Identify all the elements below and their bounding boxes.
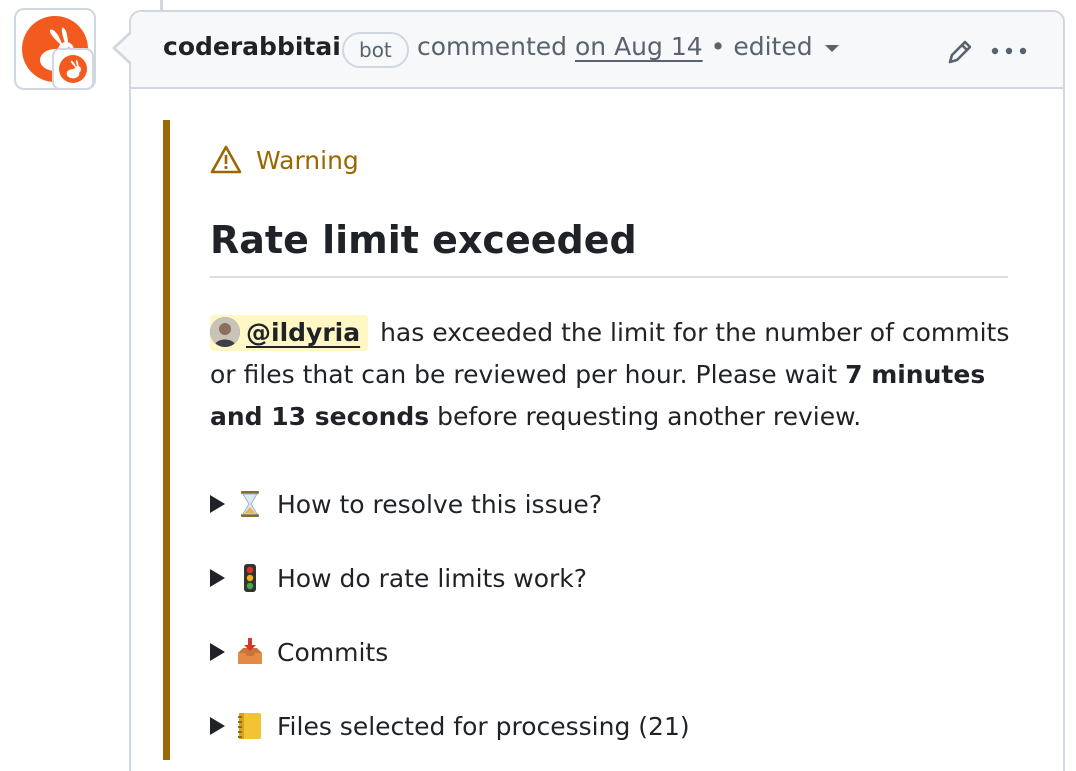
disclosure-triangle-icon: [210, 569, 225, 587]
user-mention[interactable]: @ildyria: [210, 315, 369, 351]
inbox-tray-icon: [238, 638, 262, 664]
rabbit-badge-icon: [59, 55, 87, 83]
detail-files-selected[interactable]: Files selected for processing (21): [210, 706, 690, 746]
traffic-light-icon: [244, 564, 256, 592]
meta-separator: •: [710, 32, 726, 61]
detail-how-to-resolve[interactable]: How to resolve this issue?: [210, 484, 602, 524]
comment-date-link[interactable]: on Aug 14: [575, 32, 703, 61]
alert-type-label: Warning: [256, 145, 359, 175]
detail-label: Files selected for processing (21): [277, 711, 690, 741]
mention-avatar: [210, 317, 240, 347]
timeline-line: [160, 0, 163, 10]
detail-rate-limits[interactable]: How do rate limits work?: [210, 558, 587, 598]
disclosure-triangle-icon: [210, 643, 225, 661]
detail-label: Commits: [277, 637, 389, 667]
alert-title: Warning: [210, 144, 359, 176]
detail-label: How to resolve this issue?: [277, 489, 603, 519]
edited-dropdown[interactable]: edited: [733, 32, 839, 61]
kebab-menu-icon[interactable]: [989, 36, 1029, 66]
comment-action: commented: [417, 32, 568, 61]
alert-triangle-icon: [210, 145, 242, 174]
app-badge: [52, 48, 94, 90]
mention-handle: @ildyria: [246, 318, 361, 347]
disclosure-triangle-icon: [210, 495, 225, 513]
alert-text-2: before requesting another review.: [437, 402, 862, 431]
comment-arrow-fill: [116, 34, 131, 62]
alert-body: @ildyria has exceeded the limit for the …: [210, 312, 1010, 438]
disclosure-triangle-icon: [210, 717, 225, 735]
comment-header: coderabbitai bot commented on Aug 14 • e…: [131, 12, 1063, 89]
chevron-down-icon: [824, 44, 839, 52]
bot-badge: bot: [342, 32, 409, 68]
author-link[interactable]: coderabbitai: [163, 32, 341, 61]
hourglass-icon: [241, 491, 259, 517]
alert-heading: Rate limit exceeded: [210, 218, 1008, 278]
detail-label: How do rate limits work?: [277, 563, 588, 593]
ledger-icon: [238, 713, 261, 739]
comment-card: coderabbitai bot commented on Aug 14 • e…: [129, 10, 1065, 771]
edited-label: edited: [733, 32, 813, 61]
warning-alert: Warning Rate limit exceeded @ildyria has…: [163, 120, 1010, 760]
page: coderabbitai bot commented on Aug 14 • e…: [0, 0, 1076, 771]
detail-commits[interactable]: Commits: [210, 632, 388, 672]
comment-meta: commented on Aug 14 • edited: [417, 32, 839, 61]
pencil-icon[interactable]: [944, 36, 976, 68]
